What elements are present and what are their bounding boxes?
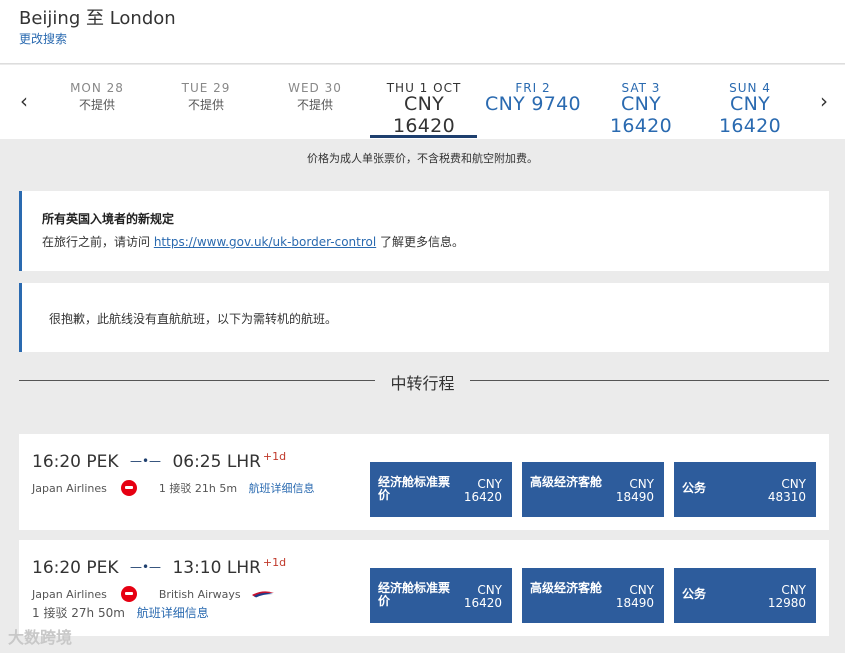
stops-count: 1 接驳 (32, 606, 68, 620)
day-offset: +1d (262, 556, 287, 569)
fare-economy-button[interactable]: 经济舱标准票价 CNY 16420 (370, 568, 512, 623)
notice-message: 很抱歉，此航线没有直航航班，以下为需转机的航班。 (49, 312, 338, 326)
date-tab[interactable]: WED 30 不提供 (261, 81, 369, 113)
fare-amount: 18490 (615, 490, 654, 504)
fare-name: 经济舱标准票价 (378, 475, 451, 502)
date-tab[interactable]: FRI 2 CNY 9740 (479, 81, 587, 115)
fare-price: CNY 16420 (464, 478, 502, 504)
uk-entry-notice: 所有英国入境者的新规定 在旅行之前，请访问 https://www.gov.uk… (19, 191, 829, 271)
date-price: CNY 16420 (610, 93, 672, 137)
depart-airport: PEK (86, 558, 119, 578)
airline-name: Japan Airlines (32, 588, 107, 601)
fare-name: 经济舱标准票价 (378, 581, 451, 608)
airline-name: British Airways (158, 588, 241, 601)
date-tab[interactable]: SAT 3 CNY 16420 (587, 81, 695, 137)
fare-price: CNY 18490 (616, 584, 654, 610)
watermark: 大数跨境 (8, 628, 73, 647)
date-day-label: WED 30 (288, 81, 342, 95)
section-title: 中转行程 (390, 374, 455, 393)
airline-name: Japan Airlines (32, 482, 107, 495)
route-title: Beijing 至 London (19, 8, 176, 29)
search-header: Beijing 至 London 更改搜索 (0, 0, 845, 64)
jal-logo-icon (120, 586, 137, 602)
date-price: 不提供 (78, 98, 115, 112)
jal-logo-icon (120, 480, 137, 496)
flight-details-link[interactable]: 航班详细信息 (249, 482, 315, 495)
depart-airport: PEK (86, 452, 119, 472)
date-price: 不提供 (187, 98, 224, 112)
fare-premium-economy-button[interactable]: 高级经济客舱 CNY 18490 (522, 568, 664, 623)
date-day-label: MON 28 (70, 81, 124, 95)
flight-duration: 21h 5m (194, 482, 238, 495)
notice-title: 所有英国入境者的新规定 (42, 212, 175, 226)
fare-amount: 48310 (767, 490, 806, 504)
fare-price: CNY 48310 (768, 478, 806, 504)
price-note: 价格为成人单张票价，不含税费和航空附加费。 (307, 152, 538, 165)
fare-economy-button[interactable]: 经济舱标准票价 CNY 16420 (370, 462, 512, 517)
arrive-airport: LHR (226, 558, 261, 578)
fare-premium-economy-button[interactable]: 高级经济客舱 CNY 18490 (522, 462, 664, 517)
selected-date-indicator (370, 135, 477, 138)
notice-text-after: 了解更多信息。 (376, 235, 465, 249)
date-price: CNY 9740 (485, 93, 581, 115)
date-price: 不提供 (296, 98, 333, 112)
fare-price: CNY 12980 (768, 584, 806, 610)
date-tab[interactable]: SUN 4 CNY 16420 (696, 81, 804, 137)
stop-info: 1 接驳 27h 50m 航班详细信息 (32, 604, 209, 621)
arrive-time: 13:10 (172, 558, 222, 578)
fare-name: 公务 (682, 481, 707, 495)
depart-time: 16:20 (32, 452, 81, 472)
date-tab-selected[interactable]: THU 1 OCT CNY 16420 (370, 81, 478, 137)
date-tab[interactable]: TUE 29 不提供 (152, 81, 260, 113)
depart-time: 16:20 (32, 558, 81, 578)
fare-name: 公务 (682, 587, 707, 601)
arrive-time: 06:25 (172, 452, 222, 472)
fare-amount: 16420 (463, 596, 502, 610)
date-price: CNY 16420 (393, 93, 455, 137)
route-connector-icon: —•— (129, 454, 162, 468)
fare-name: 高级经济客舱 (530, 581, 603, 595)
uk-border-control-link[interactable]: https://www.gov.uk/uk-border-control (154, 235, 376, 249)
day-offset: +1d (262, 450, 287, 463)
british-airways-logo-icon (251, 591, 274, 598)
arrive-airport: LHR (226, 452, 261, 472)
route-connector-icon: —•— (129, 560, 162, 574)
fare-amount: 12980 (767, 596, 806, 610)
flight-duration: 27h 50m (71, 606, 125, 620)
fare-business-button[interactable]: 公务 CNY 12980 (674, 568, 816, 623)
modify-search-link[interactable]: 更改搜索 (19, 30, 67, 47)
flight-times: 16:20 PEK —•— 06:25 LHR +1d (32, 450, 286, 472)
fare-name: 高级经济客舱 (530, 475, 603, 489)
fare-amount: 16420 (463, 490, 502, 504)
divider-line (470, 380, 829, 381)
chevron-right-icon[interactable]: › (816, 89, 832, 113)
notice-text-before: 在旅行之前，请访问 (42, 235, 154, 249)
stops-count: 1 接驳 (158, 482, 192, 495)
flight-result: 16:20 PEK —•— 13:10 LHR +1d Japan Airline… (19, 540, 829, 636)
date-navigation: ‹ MON 28 不提供 TUE 29 不提供 WED 30 不提供 THU 1… (0, 65, 845, 139)
chevron-left-icon[interactable]: ‹ (16, 89, 32, 113)
divider-line (19, 380, 375, 381)
airline-info: Japan Airlines British Airways (32, 586, 275, 602)
flight-times: 16:20 PEK —•— 13:10 LHR +1d (32, 556, 286, 578)
fare-price: CNY 18490 (616, 478, 654, 504)
date-tab[interactable]: MON 28 不提供 (43, 81, 151, 113)
fare-amount: 18490 (615, 596, 654, 610)
date-day-label: TUE 29 (181, 81, 231, 95)
notice-text: 在旅行之前，请访问 https://www.gov.uk/uk-border-c… (42, 233, 464, 250)
fare-price: CNY 16420 (464, 584, 502, 610)
date-price: CNY 16420 (719, 93, 781, 137)
fare-business-button[interactable]: 公务 CNY 48310 (674, 462, 816, 517)
flight-details-link[interactable]: 航班详细信息 (137, 606, 209, 620)
airline-info: Japan Airlines 1 接驳 21h 5m 航班详细信息 (32, 480, 315, 496)
flight-result: 16:20 PEK —•— 06:25 LHR +1d Japan Airline… (19, 434, 829, 530)
no-direct-flights-notice: 很抱歉，此航线没有直航航班，以下为需转机的航班。 (19, 283, 829, 352)
